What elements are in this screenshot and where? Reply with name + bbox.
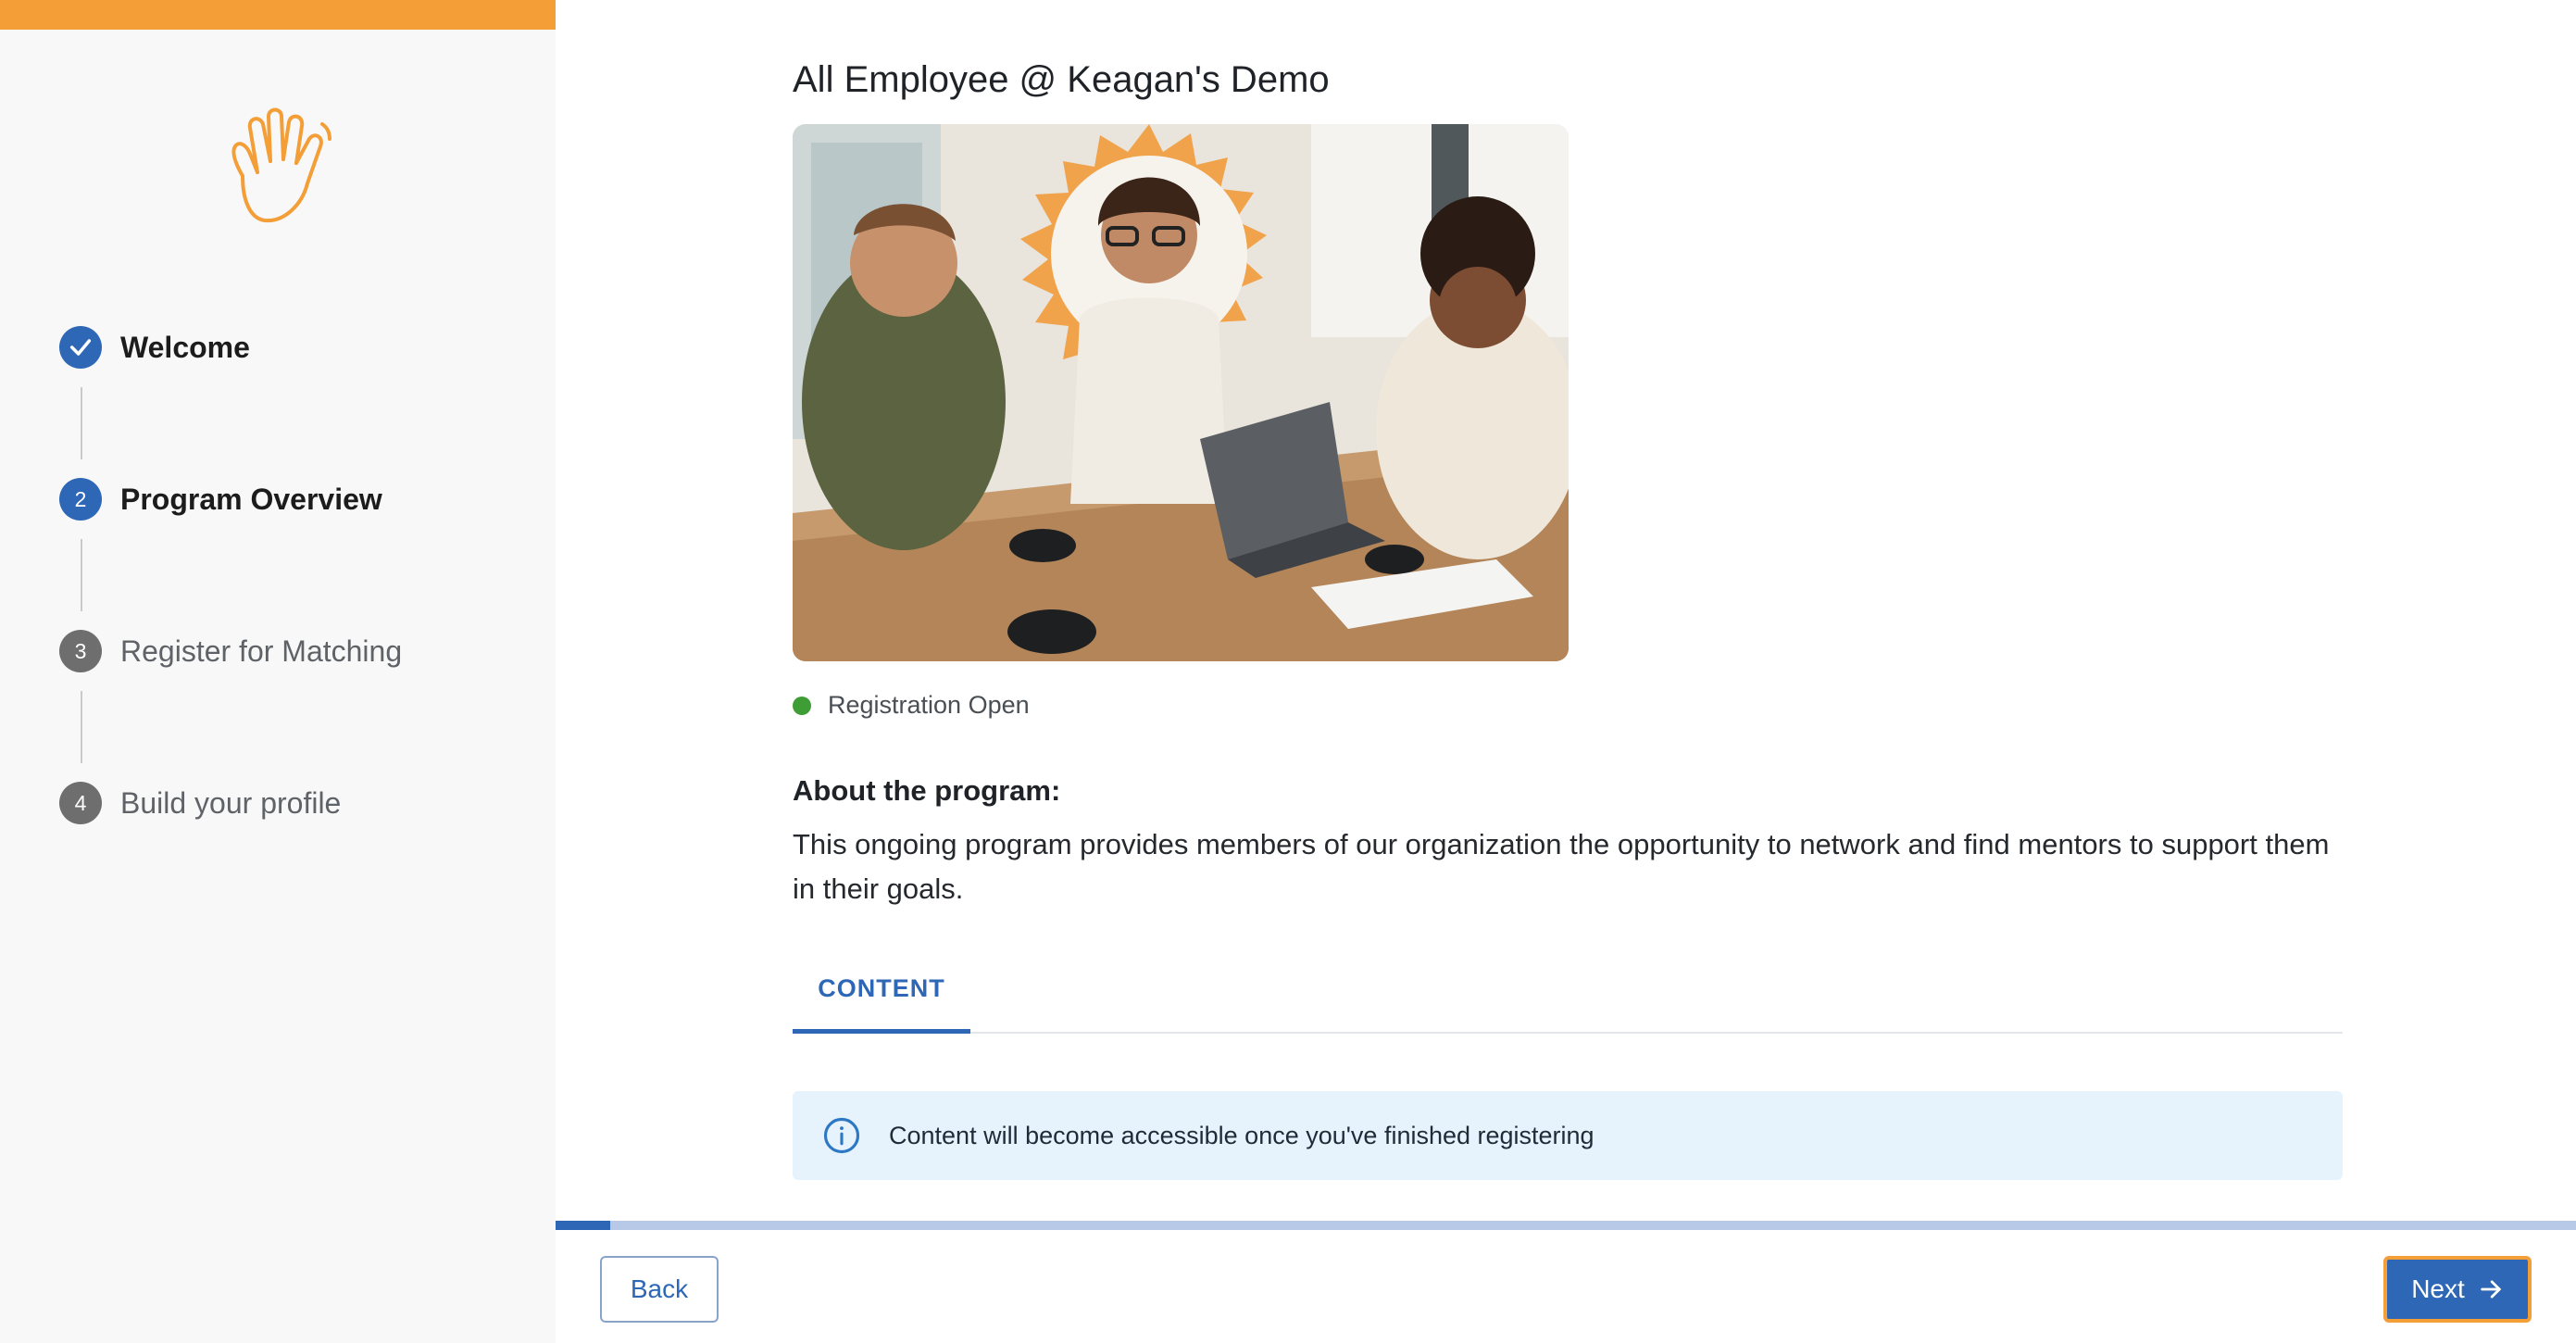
step-welcome[interactable]: Welcome [59,326,250,369]
status-text: Registration Open [828,691,1030,719]
footer-actions: Back Next [556,1230,2576,1343]
tab-label: CONTENT [818,973,945,1002]
tab-bar: CONTENT [793,945,2343,1034]
info-text: Content will become accessible once you'… [889,1121,1594,1149]
page-title: All Employee @ Keagan's Demo [793,59,1330,100]
step-register-for-matching[interactable]: 3 Register for Matching [59,630,402,672]
step-label: Build your profile [120,785,342,820]
step-label: Register for Matching [120,634,403,668]
back-button[interactable]: Back [600,1256,719,1323]
about-heading: About the program: [793,774,1061,807]
app-window: Welcome 2 Program Overview 3 Register fo… [0,0,2576,1343]
tab-content[interactable]: CONTENT [793,945,970,1034]
about-description: This ongoing program provides members of… [793,828,2330,905]
sidebar-accent-bar [0,0,556,30]
team-meeting-illustration [793,124,1569,661]
step-connector [81,691,82,763]
progress-fill [556,1221,610,1230]
step-number-badge: 3 [59,630,102,672]
step-connector [81,387,82,459]
tab-selected-indicator [793,1029,970,1034]
sidebar: Welcome 2 Program Overview 3 Register fo… [0,0,556,1343]
next-button[interactable]: Next [2383,1256,2532,1323]
step-build-profile[interactable]: 4 Build your profile [59,782,341,824]
step-connector [81,539,82,611]
step-number-badge: 2 [59,478,102,521]
registration-status: Registration Open [793,691,1030,720]
step-label: Welcome [120,330,250,364]
step-complete-badge [59,326,102,369]
check-icon [69,339,92,356]
step-label: Program Overview [120,482,382,516]
program-hero-image [793,124,1569,661]
next-button-label: Next [2411,1274,2465,1303]
info-icon [823,1117,860,1154]
info-banner: Content will become accessible once you'… [793,1091,2343,1180]
arrow-right-icon [2481,1280,2501,1299]
wizard-progress-bar [556,1221,2576,1230]
status-dot-icon [793,696,811,715]
step-program-overview[interactable]: 2 Program Overview [59,478,382,521]
main-content: All Employee @ Keagan's Demo Registratio… [556,0,2576,1343]
step-number-badge: 4 [59,782,102,824]
waving-hand-icon [231,107,331,223]
